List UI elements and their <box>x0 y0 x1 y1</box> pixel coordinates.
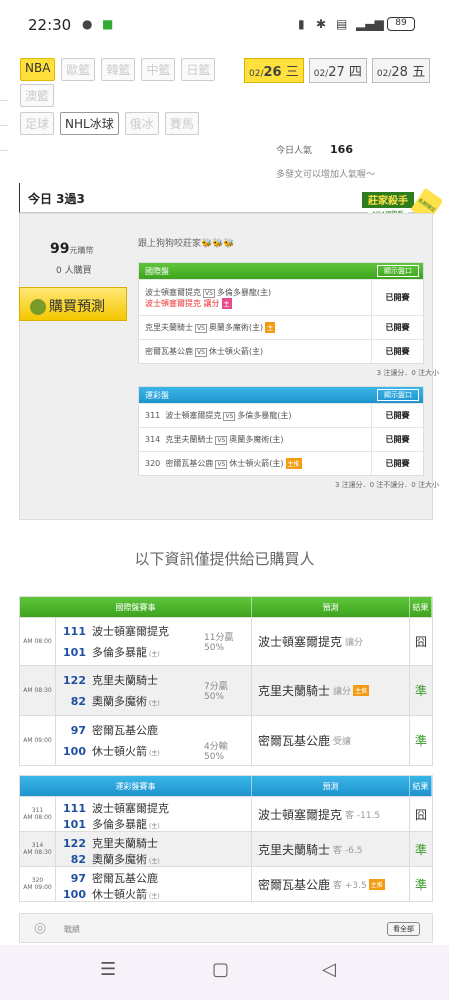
buy-button[interactable]: 購買預測 <box>19 287 127 321</box>
target-icon: ◎ <box>34 920 47 936</box>
vibrate-icon: ▮ <box>298 17 305 31</box>
tab-nhl[interactable]: NHL冰球 <box>60 112 119 135</box>
svg-text:莊家殺手: 莊家殺手 <box>367 194 408 207</box>
nav-bar: ☰ ▢ ◁ <box>0 945 449 1000</box>
date-0228[interactable]: 02/28 五 <box>371 58 431 83</box>
post-note: 多發文可以增加人氣喔～ <box>276 170 376 180</box>
tab-japan-basketball[interactable]: 日籃 <box>181 58 216 81</box>
show-odds-button[interactable]: 顯示盤口 <box>377 389 419 401</box>
date-selector: 02/26 三 02/27 四 02/28 五 <box>244 58 431 83</box>
intl-result-table: 國際盤賽事 預測 結果 AM 08:00 111 波士頓塞爾提克 101 多倫多暴龍 (主)… <box>19 596 433 766</box>
show-odds-button[interactable]: 顯示盤口 <box>377 265 419 277</box>
buyer-info-note: 以下資訊僅提供給已購買人 <box>134 550 315 568</box>
bluetooth-icon: ✱ <box>316 17 327 31</box>
back-icon[interactable]: ◁ <box>322 959 336 980</box>
clock: 22:30 <box>28 16 72 34</box>
price: 99元購幣 <box>50 241 94 257</box>
menu-icon[interactable]: ☰ <box>100 959 116 980</box>
intl-box: 國際盤 顯示盤口 波士頓塞爾提克 VS 多倫多暴龍(主) 波士頓塞爾提克 讓分主 已開賽… <box>138 262 424 364</box>
date-0227[interactable]: 02/27 四 <box>308 58 367 83</box>
coin-icon <box>30 299 46 315</box>
tab-soccer[interactable]: 足球 <box>20 112 55 135</box>
volte-icon: ▤ <box>336 17 348 31</box>
follow-note: 跟上狗狗咬莊家🐝🐝🐝 <box>138 239 235 249</box>
buyer-count: 0 人購買 <box>56 266 92 276</box>
tab-russia-hockey[interactable]: 俄冰 <box>124 112 159 135</box>
tab-horse-racing[interactable]: 賽馬 <box>164 112 199 135</box>
lottery-box: 運彩盤 顯示盤口 311 波士頓塞爾提克 VS 多倫多暴龍(主) 已開賽 314 克里夫… <box>138 386 424 476</box>
tab-euro-basketball[interactable]: 歐籃 <box>61 58 96 81</box>
signal-icon: ▂▄▆ <box>356 17 384 31</box>
tab-china-basketball[interactable]: 中籃 <box>141 58 176 81</box>
status-bar: 22:30 ● ■ ▮ ✱ ▤ ▂▄▆ 89 <box>0 0 449 50</box>
record-bar: ◎ 戰績 看全部 <box>19 913 433 943</box>
see-all-button[interactable]: 看全部 <box>387 922 420 936</box>
lottery-result-table: 運彩盤賽事 預測 結果 311 AM 08:00 111 波士頓塞爾提克 101 多倫多暴龍… <box>19 775 433 902</box>
tab-aus-basketball[interactable]: 澳籃 <box>20 84 55 107</box>
sport-tabs-row1: NBA 歐籃 韓籃 中籃 日籃 <box>20 58 216 81</box>
home-icon[interactable]: ▢ <box>212 959 229 980</box>
popularity: 今日人氣 166 <box>276 143 353 156</box>
tab-nba[interactable]: NBA <box>20 58 56 81</box>
battery-icon: 89 <box>387 17 415 31</box>
date-0226[interactable]: 02/26 三 <box>244 58 304 83</box>
tab-korea-basketball[interactable]: 韓籃 <box>101 58 136 81</box>
wechat-icon: ■ <box>102 17 114 31</box>
chat-icon: ● <box>82 17 93 31</box>
